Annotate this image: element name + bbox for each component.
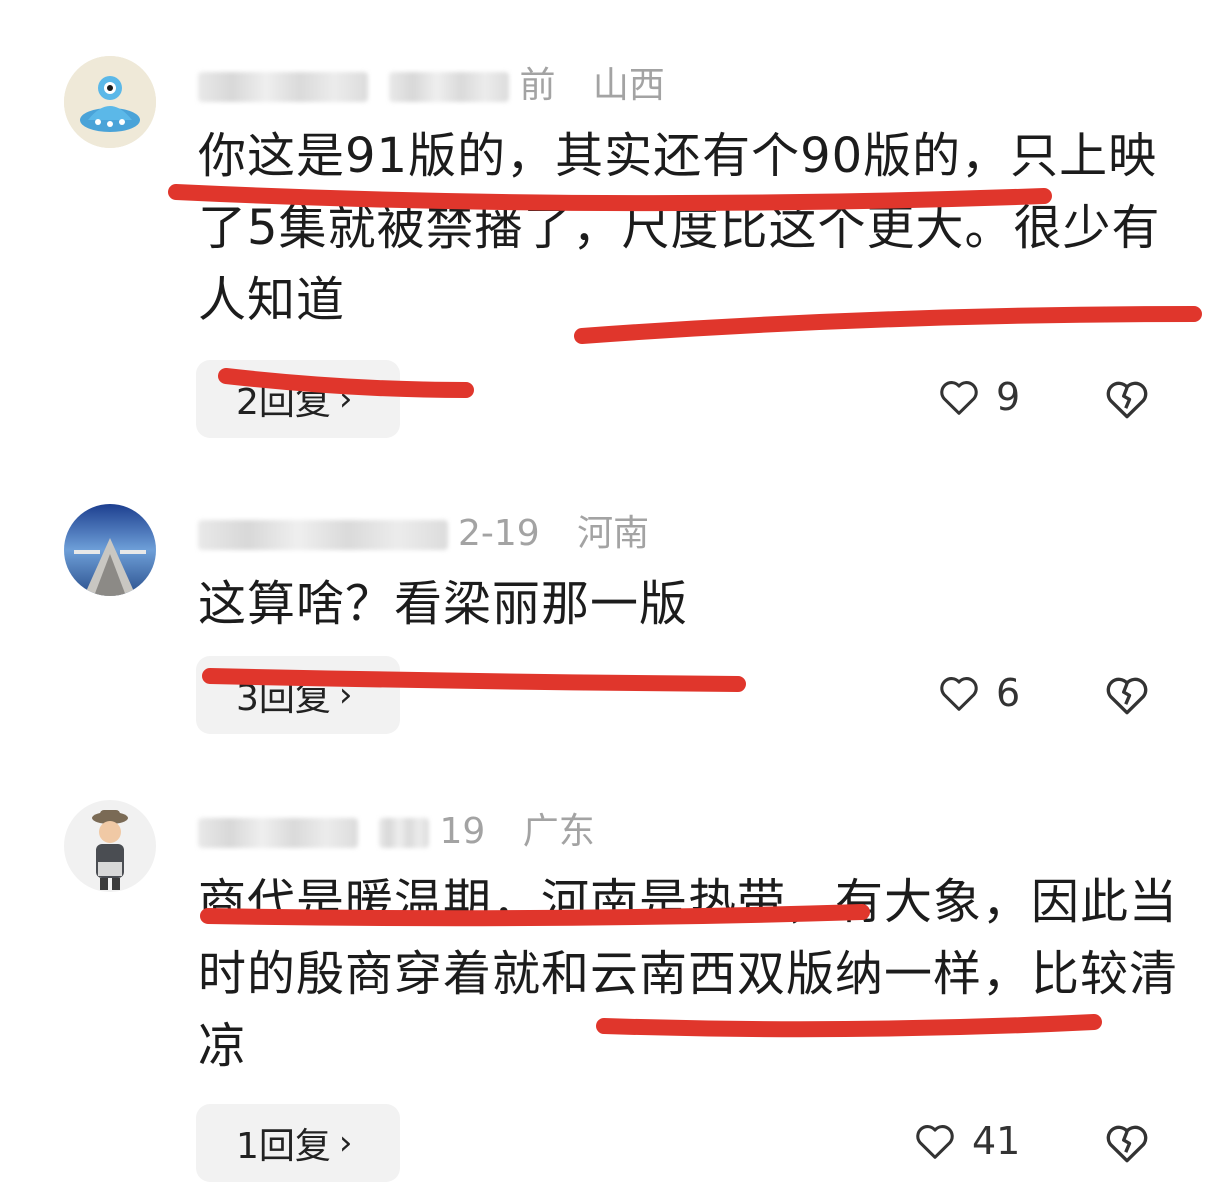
chevron-right-icon: › (338, 379, 353, 419)
alien-ufo-avatar-icon (64, 56, 156, 148)
dislike-button[interactable] (1102, 670, 1152, 724)
avatar[interactable] (64, 800, 156, 892)
like-button[interactable]: 9 (936, 374, 1020, 420)
comment-text: 商代是暖温期，河南是热带，有大象，因此当时的殷商穿着就和云南西双版纳一样，比较清… (198, 874, 1179, 1074)
broken-heart-icon (1106, 1125, 1148, 1163)
like-button[interactable]: 41 (912, 1118, 1020, 1164)
replies-label: 2回复 (236, 382, 331, 423)
like-count: 41 (972, 1119, 1021, 1163)
blurred-time (389, 72, 510, 102)
comment-location: 广东 (522, 811, 595, 852)
comment-date: 19 (439, 811, 486, 852)
avatar[interactable] (64, 56, 156, 148)
blurred-time (379, 818, 430, 848)
heart-outline-icon (940, 381, 978, 415)
comment-meta: 19 广东 (198, 802, 595, 854)
heart-outline-icon (916, 1125, 954, 1159)
replies-button[interactable]: 1回复 › (196, 1104, 400, 1182)
ship-deck-avatar-icon (64, 504, 156, 596)
cartoon-person-avatar-icon (64, 800, 156, 892)
blurred-username (198, 72, 368, 102)
avatar[interactable] (64, 504, 156, 596)
chevron-right-icon: › (338, 675, 353, 715)
comment-meta: 2-19 河南 (198, 504, 649, 556)
blurred-username (198, 520, 448, 550)
replies-button[interactable]: 3回复 › (196, 656, 400, 734)
replies-label: 1回复 (236, 1126, 331, 1167)
comment-date: 2-19 (458, 513, 540, 554)
comment-text: 你这是91版的，其实还有个90版的，只上映了5集就被禁播了，尺度比这个更大。很少… (198, 128, 1161, 328)
heart-outline-icon (940, 677, 978, 711)
comment-location: 河南 (577, 513, 650, 554)
like-button[interactable]: 6 (936, 670, 1020, 716)
like-count: 6 (996, 671, 1021, 715)
comment-text: 这算啥？看梁丽那一版 (198, 576, 689, 632)
chevron-right-icon: › (338, 1123, 353, 1163)
dislike-button[interactable] (1102, 374, 1152, 428)
replies-button[interactable]: 2回复 › (196, 360, 400, 438)
dislike-button[interactable] (1102, 1118, 1152, 1172)
like-count: 9 (996, 375, 1021, 419)
replies-label: 3回复 (236, 678, 331, 719)
comment-meta: 前 山西 (198, 56, 665, 108)
comment-location: 山西 (592, 65, 665, 106)
broken-heart-icon (1106, 677, 1148, 715)
comment-date: 前 (519, 65, 556, 106)
blurred-username (198, 818, 358, 848)
broken-heart-icon (1106, 381, 1148, 419)
